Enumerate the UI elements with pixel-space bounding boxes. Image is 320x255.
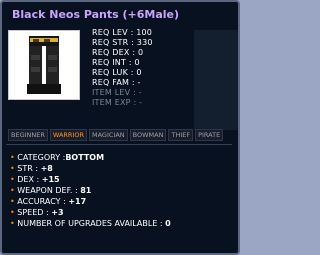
divider: [6, 144, 232, 145]
tooltip-background-panel: [194, 30, 238, 130]
item-title: Black Neos Pants (+6Male): [12, 8, 180, 21]
detail-row: • DEX : +15: [10, 175, 60, 184]
job-pirate: PIRATE: [195, 129, 224, 141]
requirement-row: REQ LEV : 100: [92, 28, 153, 37]
bullet-icon: •: [10, 208, 15, 217]
detail-row: • STR : +8: [10, 164, 53, 173]
detail-row: • SPEED : +3: [10, 208, 64, 217]
requirement-row: REQ INT : 0: [92, 58, 140, 67]
detail-row: • CATEGORY :BOTTOM: [10, 153, 105, 162]
requirement-row: REQ LUK : 0: [92, 68, 142, 77]
bullet-icon: •: [10, 175, 15, 184]
requirement-row: ITEM LEV : -: [92, 88, 142, 97]
requirement-row: REQ DEX : 0: [92, 48, 144, 57]
bullet-icon: •: [10, 186, 15, 195]
requirement-row: ITEM EXP : -: [92, 98, 143, 107]
job-thief: THIEF: [168, 129, 194, 141]
job-bowman: BOWMAN: [129, 129, 167, 141]
bullet-icon: •: [10, 153, 15, 162]
detail-row: • NUMBER OF UPGRADES AVAILABLE : 0: [10, 219, 171, 228]
detail-row: • ACCURACY : +17: [10, 197, 87, 206]
requirement-list: REQ LEV : 100 REQ STR : 330 REQ DEX : 0 …: [92, 28, 182, 108]
item-tooltip: Black Neos Pants (+6Male) REQ LEV : 100 …: [0, 0, 240, 255]
requirement-row: REQ STR : 330: [92, 38, 153, 47]
bullet-icon: •: [10, 197, 15, 206]
bullet-icon: •: [10, 164, 15, 173]
job-magician: MAGICIAN: [88, 129, 128, 141]
requirement-row: REQ FAM : -: [92, 78, 141, 87]
item-icon: [8, 30, 80, 100]
detail-row: • WEAPON DEF. : 81: [10, 186, 92, 195]
job-beginner: BEGINNER: [8, 129, 48, 141]
job-list: BEGINNER WARRIOR MAGICIAN BOWMAN THIEF P…: [8, 129, 224, 141]
bullet-icon: •: [10, 219, 15, 228]
item-details: • CATEGORY :BOTTOM • STR : +8 • DEX : +1…: [10, 152, 171, 229]
job-warrior: WARRIOR: [49, 129, 87, 141]
